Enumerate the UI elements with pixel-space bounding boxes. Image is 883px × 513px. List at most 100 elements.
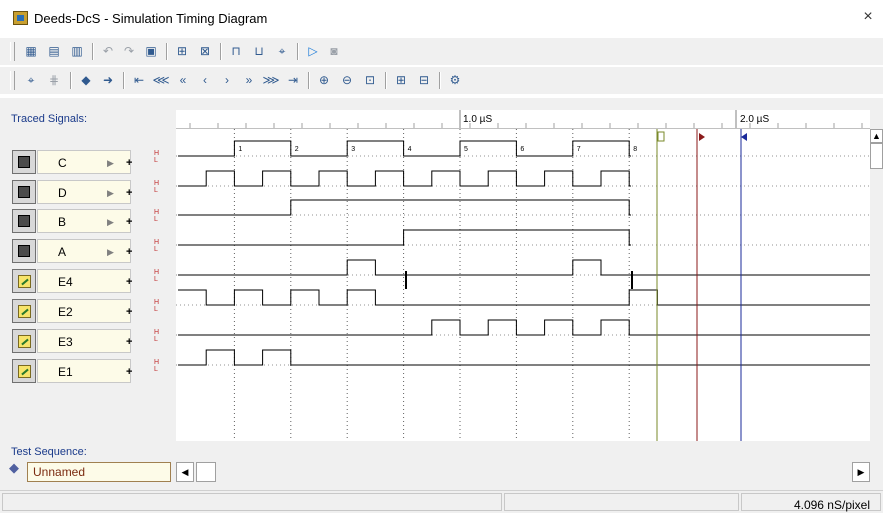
output-probe-icon[interactable] xyxy=(12,329,36,353)
play-small-icon[interactable]: ▶ xyxy=(107,217,114,228)
expand-button[interactable]: + xyxy=(126,307,134,318)
play-small-icon[interactable]: ▶ xyxy=(107,247,114,258)
output-probe-icon[interactable] xyxy=(12,359,36,383)
test-sequence-icon: ◆ xyxy=(9,460,19,475)
input-chip-icon[interactable] xyxy=(12,239,36,263)
green-marker-icon[interactable] xyxy=(657,131,665,142)
play-icon[interactable]: ▷ xyxy=(304,42,322,60)
blue-marker-icon[interactable] xyxy=(741,133,747,141)
zoom-fit-icon[interactable]: ⊡ xyxy=(361,71,379,89)
fast-back-icon[interactable]: ⋘ xyxy=(152,71,170,89)
signal-row[interactable]: E1 xyxy=(12,359,131,383)
input-chip-icon[interactable] xyxy=(12,150,36,174)
signal-row[interactable]: E2 xyxy=(12,299,131,323)
waveform-trace xyxy=(178,349,696,366)
waveform-trace xyxy=(178,229,631,246)
waveform-trace xyxy=(178,170,631,187)
signal-name: E1 xyxy=(58,365,73,379)
step-label: 6 xyxy=(520,146,524,153)
select-icon[interactable]: ⌖ xyxy=(22,71,40,89)
step-back-icon[interactable]: ◆ xyxy=(77,71,95,89)
red-marker-icon[interactable] xyxy=(699,133,705,141)
play-small-icon[interactable]: ▶ xyxy=(107,188,114,199)
delete-signal-icon[interactable]: ⊠ xyxy=(196,42,214,60)
scroll-thumb[interactable] xyxy=(870,143,883,169)
signal-name: E2 xyxy=(58,305,73,319)
prev-icon[interactable]: ‹ xyxy=(196,71,214,89)
go-end-icon[interactable]: ⇥ xyxy=(284,71,302,89)
insert-signal-icon[interactable]: ⊞ xyxy=(173,42,191,60)
signal-row[interactable]: C ▶ xyxy=(12,150,131,174)
output-probe-icon[interactable] xyxy=(12,299,36,323)
scroll-left-icon[interactable]: ◀ xyxy=(176,462,194,482)
zoom-out-icon[interactable]: ⊖ xyxy=(338,71,356,89)
signal-row[interactable]: A ▶ xyxy=(12,239,131,263)
play-small-icon[interactable]: ▶ xyxy=(107,158,114,169)
timing-icon[interactable]: ▦ xyxy=(22,42,40,60)
fast-forward-icon[interactable]: ⋙ xyxy=(262,71,280,89)
marker-alt-icon[interactable]: ⊟ xyxy=(415,71,433,89)
signal-name: C xyxy=(58,156,67,170)
traced-signals-label: Traced Signals: xyxy=(11,113,88,125)
expand-button[interactable]: + xyxy=(126,337,134,348)
step-label: 4 xyxy=(408,146,412,153)
edit-wave-alt-icon[interactable]: ⊔ xyxy=(250,42,268,60)
go-start-icon[interactable]: ⇤ xyxy=(130,71,148,89)
settings-icon[interactable]: ⚙ xyxy=(446,71,464,89)
undo-icon[interactable]: ↶ xyxy=(99,42,117,60)
waveform-plot[interactable]: 1 2 3 4 5 6 7 8 xyxy=(176,129,870,441)
vertical-scrollbar[interactable]: ▲ xyxy=(870,129,883,441)
signal-row[interactable]: E4 xyxy=(12,269,131,293)
toolbar-grip[interactable] xyxy=(10,42,15,61)
new-icon[interactable]: ▥ xyxy=(68,42,86,60)
scroll-thumb[interactable] xyxy=(196,462,216,482)
level-labels: HL xyxy=(154,209,160,223)
level-labels: HL xyxy=(154,180,160,194)
input-chip-icon[interactable] xyxy=(12,180,36,204)
waveform-trace xyxy=(178,140,631,157)
redo-icon[interactable]: ↷ xyxy=(120,42,138,60)
step-label: 1 xyxy=(238,146,242,153)
signal-name: D xyxy=(58,186,67,200)
test-sequence-field[interactable]: Unnamed xyxy=(27,462,171,482)
title-bar: Deeds-DcS - Simulation Timing Diagram × xyxy=(0,0,883,36)
expand-button[interactable]: + xyxy=(126,247,134,258)
grid-icon[interactable]: ⋕ xyxy=(45,71,63,89)
horizontal-scrollbar[interactable]: ◀ ▶ xyxy=(176,462,870,482)
level-labels: HL xyxy=(154,150,160,164)
step-label: 3 xyxy=(351,146,355,153)
level-labels: HL xyxy=(154,239,160,253)
signal-name: E4 xyxy=(58,275,73,289)
toolbar-grip[interactable] xyxy=(10,71,15,90)
expand-button[interactable]: + xyxy=(126,158,134,169)
expand-button[interactable]: + xyxy=(126,277,134,288)
signal-row[interactable]: D ▶ xyxy=(12,180,131,204)
signal-row[interactable]: E3 xyxy=(12,329,131,353)
forward-icon[interactable]: » xyxy=(240,71,258,89)
step-forward-icon[interactable]: ➜ xyxy=(99,71,117,89)
expand-button[interactable]: + xyxy=(126,217,134,228)
app-icon xyxy=(13,11,28,25)
edit-wave-icon[interactable]: ⊓ xyxy=(227,42,245,60)
signal-row[interactable]: B ▶ xyxy=(12,209,131,233)
marker-icon[interactable]: ⊞ xyxy=(392,71,410,89)
stop-icon[interactable]: ◙ xyxy=(325,42,343,60)
close-button[interactable]: × xyxy=(857,6,879,28)
input-chip-icon[interactable] xyxy=(12,209,36,233)
document-icon[interactable]: ▤ xyxy=(45,42,63,60)
zoom-in-icon[interactable]: ⊕ xyxy=(315,71,333,89)
waveform-trace xyxy=(178,289,696,306)
scroll-right-icon[interactable]: ▶ xyxy=(852,462,870,482)
output-probe-icon[interactable] xyxy=(12,269,36,293)
next-icon[interactable]: › xyxy=(218,71,236,89)
print-icon[interactable]: ▣ xyxy=(142,42,160,60)
find-signal-icon[interactable]: ⌖ xyxy=(273,42,291,60)
waveform-trace xyxy=(178,199,631,216)
time-ruler[interactable]: 1.0 µS 2.0 µS xyxy=(176,110,870,129)
expand-button[interactable]: + xyxy=(126,367,134,378)
scroll-up-icon[interactable]: ▲ xyxy=(870,129,883,143)
expand-button[interactable]: + xyxy=(126,188,134,199)
waveform-trace xyxy=(178,259,696,276)
back-icon[interactable]: « xyxy=(174,71,192,89)
level-labels: HL xyxy=(154,359,160,373)
